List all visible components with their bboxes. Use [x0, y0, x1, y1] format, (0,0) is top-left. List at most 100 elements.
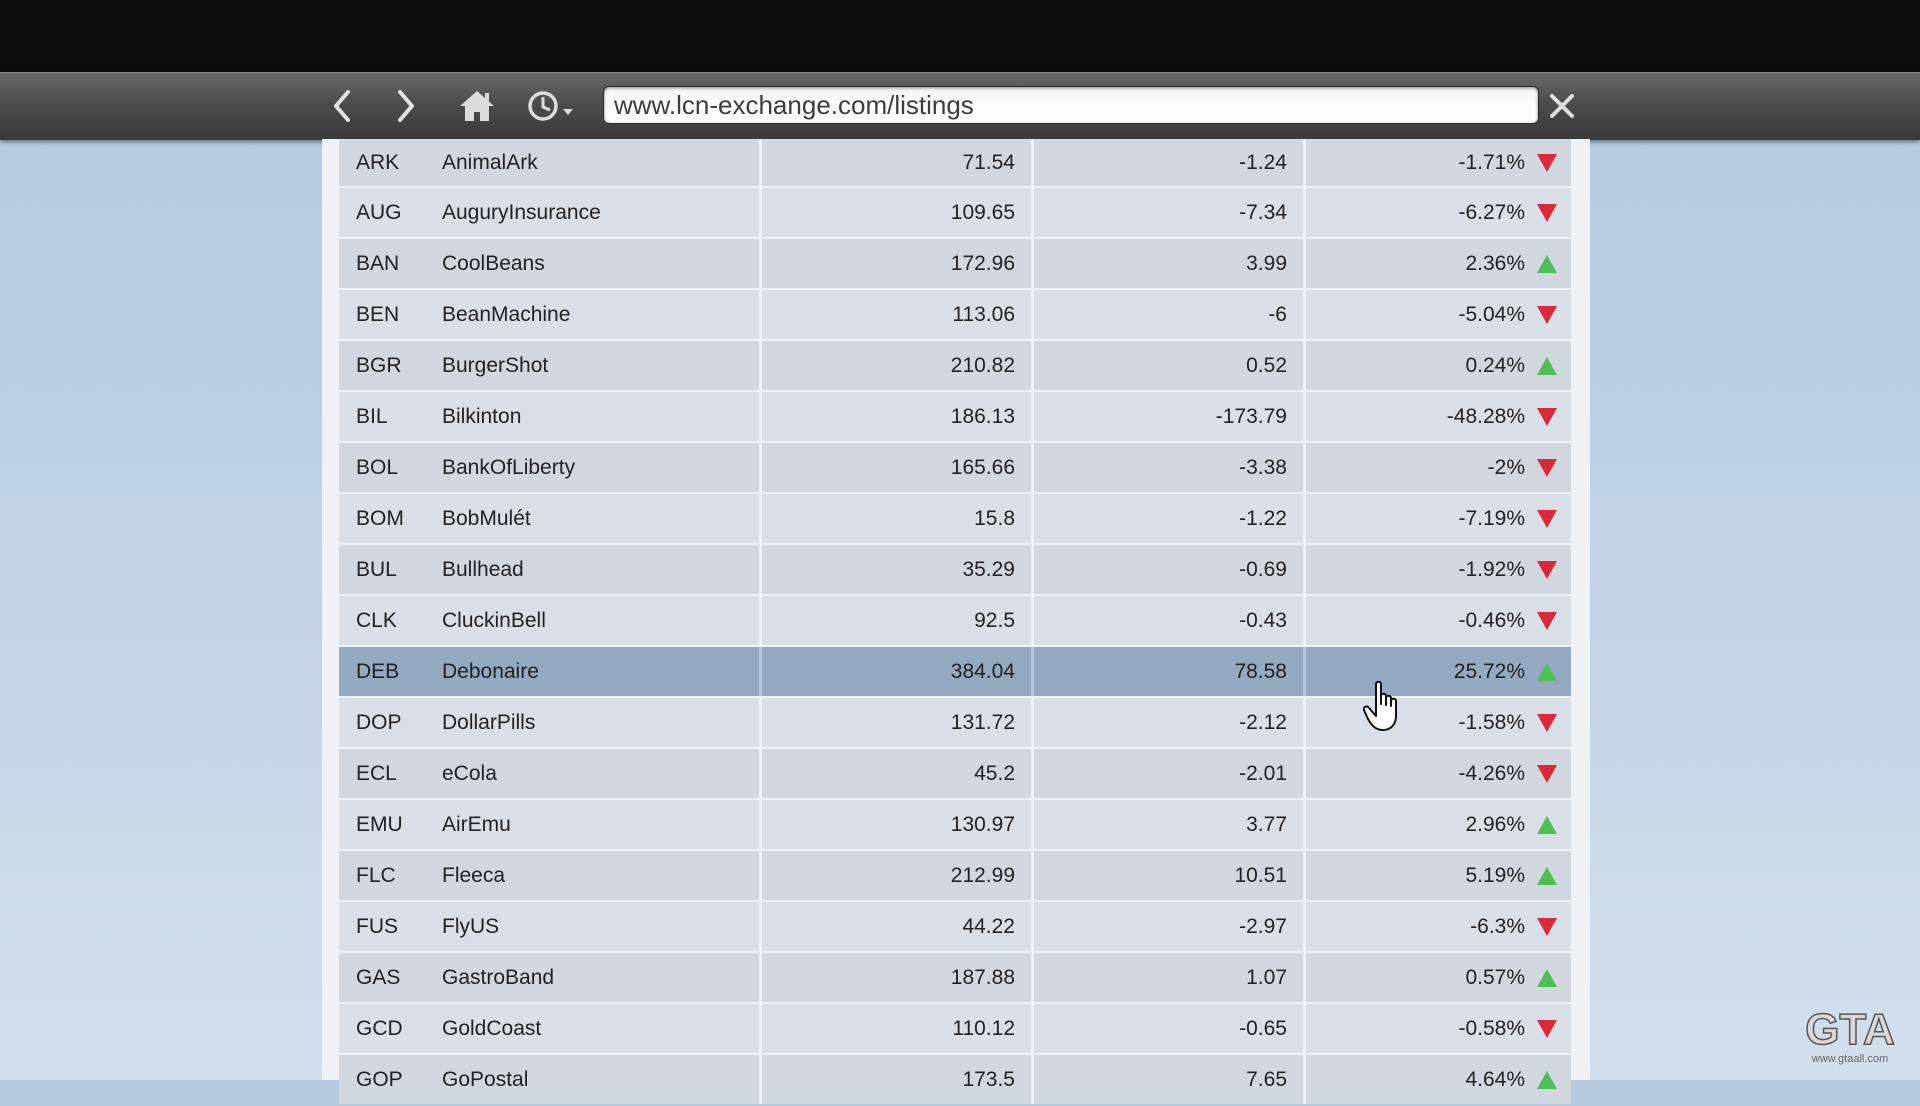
arrow-down-icon: [1537, 713, 1557, 732]
ticker-symbol: BEN: [356, 302, 400, 326]
ticker-symbol: FUS: [356, 914, 398, 938]
arrow-down-icon: [1537, 458, 1557, 477]
listing-row-flc[interactable]: FLC Fleeca 212.99 10.51 5.19%: [339, 851, 1571, 900]
listing-row-aug[interactable]: AUG AuguryInsurance 109.65 -7.34 -6.27%: [339, 188, 1571, 237]
ticker-symbol: FLC: [356, 863, 396, 887]
arrow-down-icon: [1537, 509, 1557, 528]
price-cell: 35.29: [759, 545, 1031, 594]
price-cell: 109.65: [759, 188, 1031, 237]
home-icon: [460, 91, 494, 121]
history-icon: [528, 91, 573, 121]
listing-row-bom[interactable]: BOM BobMulét 15.8 -1.22 -7.19%: [339, 494, 1571, 543]
price-cell: 172.96: [759, 239, 1031, 288]
change-cell: -0.65: [1031, 1004, 1303, 1053]
price-cell: 187.88: [759, 953, 1031, 1002]
company-cell: AUG AuguryInsurance: [339, 188, 759, 237]
percent-cell: -2%: [1303, 443, 1571, 492]
listing-row-fus[interactable]: FUS FlyUS 44.22 -2.97 -6.3%: [339, 902, 1571, 951]
listing-row-gcd[interactable]: GCD GoldCoast 110.12 -0.65 -0.58%: [339, 1004, 1571, 1053]
listings-table: ARK AnimalArk 71.54 -1.24 -1.71% AUG AuguryIns…: [339, 139, 1571, 1106]
percent-cell: -4.26%: [1303, 749, 1571, 798]
listing-row-ecl[interactable]: ECL eCola 45.2 -2.01 -4.26%: [339, 749, 1571, 798]
percent-value: 0.24%: [1465, 353, 1525, 377]
change-cell: -2.97: [1031, 902, 1303, 951]
company-name: Fleeca: [442, 863, 506, 887]
price-cell: 44.22: [759, 902, 1031, 951]
ticker-symbol: BAN: [356, 251, 400, 275]
change-cell: -2.01: [1031, 749, 1303, 798]
percent-cell: 25.72%: [1303, 647, 1571, 696]
svg-text:www.gtaall.com: www.gtaall.com: [1811, 1053, 1888, 1065]
forward-button[interactable]: [388, 88, 424, 124]
change-cell: 1.07: [1031, 953, 1303, 1002]
listing-row-ark[interactable]: ARK AnimalArk 71.54 -1.24 -1.71%: [339, 139, 1571, 186]
company-cell: GCD GoldCoast: [339, 1004, 759, 1053]
price-cell: 113.06: [759, 290, 1031, 339]
company-cell: EMU AirEmu: [339, 800, 759, 849]
percent-cell: 5.19%: [1303, 851, 1571, 900]
percent-value: -4.26%: [1458, 761, 1525, 785]
history-button[interactable]: [524, 88, 580, 124]
ticker-symbol: BOM: [356, 506, 404, 530]
company-name: AirEmu: [442, 812, 511, 836]
arrow-up-icon: [1537, 356, 1557, 375]
company-cell: BUL Bullhead: [339, 545, 759, 594]
ticker-symbol: CLK: [356, 608, 397, 632]
percent-cell: -7.19%: [1303, 494, 1571, 543]
change-cell: -6: [1031, 290, 1303, 339]
listing-row-bul[interactable]: BUL Bullhead 35.29 -0.69 -1.92%: [339, 545, 1571, 594]
percent-value: 2.36%: [1465, 251, 1525, 275]
percent-value: -1.58%: [1458, 710, 1525, 734]
company-name: Debonaire: [442, 659, 539, 683]
company-cell: GAS GastroBand: [339, 953, 759, 1002]
change-cell: 3.99: [1031, 239, 1303, 288]
company-cell: FLC Fleeca: [339, 851, 759, 900]
change-cell: -3.38: [1031, 443, 1303, 492]
arrow-down-icon: [1537, 764, 1557, 783]
close-icon: [1550, 94, 1574, 118]
price-cell: 210.82: [759, 341, 1031, 390]
address-bar[interactable]: www.lcn-exchange.com/listings: [604, 87, 1538, 123]
price-cell: 15.8: [759, 494, 1031, 543]
change-cell: -2.12: [1031, 698, 1303, 747]
url-text: www.lcn-exchange.com/listings: [614, 89, 974, 120]
percent-value: -0.46%: [1458, 608, 1525, 632]
ticker-symbol: DOP: [356, 710, 402, 734]
ticker-symbol: ECL: [356, 761, 397, 785]
percent-cell: -0.58%: [1303, 1004, 1571, 1053]
listing-row-emu[interactable]: EMU AirEmu 130.97 3.77 2.96%: [339, 800, 1571, 849]
company-cell: ECL eCola: [339, 749, 759, 798]
listing-row-bgr[interactable]: BGR BurgerShot 210.82 0.52 0.24%: [339, 341, 1571, 390]
percent-cell: -6.3%: [1303, 902, 1571, 951]
company-cell: BGR BurgerShot: [339, 341, 759, 390]
percent-cell: -0.46%: [1303, 596, 1571, 645]
arrow-up-icon: [1537, 662, 1557, 681]
price-cell: 212.99: [759, 851, 1031, 900]
ticker-symbol: GAS: [356, 965, 401, 989]
price-cell: 71.54: [759, 139, 1031, 186]
percent-cell: -1.71%: [1303, 139, 1571, 186]
percent-value: 25.72%: [1453, 659, 1525, 683]
change-cell: 3.77: [1031, 800, 1303, 849]
listing-row-bol[interactable]: BOL BankOfLiberty 165.66 -3.38 -2%: [339, 443, 1571, 492]
company-name: AuguryInsurance: [442, 200, 601, 224]
home-button[interactable]: [456, 88, 498, 124]
ticker-symbol: ARK: [356, 150, 400, 174]
ticker-symbol: BGR: [356, 353, 402, 377]
listing-row-gas[interactable]: GAS GastroBand 187.88 1.07 0.57%: [339, 953, 1571, 1002]
percent-cell: -1.58%: [1303, 698, 1571, 747]
change-cell: -7.34: [1031, 188, 1303, 237]
close-button[interactable]: [1544, 88, 1580, 124]
back-button[interactable]: [324, 88, 360, 124]
arrow-down-icon: [1537, 407, 1557, 426]
listing-row-ben[interactable]: BEN BeanMachine 113.06 -6 -5.04%: [339, 290, 1571, 339]
listing-row-clk[interactable]: CLK CluckinBell 92.5 -0.43 -0.46%: [339, 596, 1571, 645]
listing-row-ban[interactable]: BAN CoolBeans 172.96 3.99 2.36%: [339, 239, 1571, 288]
company-cell: DOP DollarPills: [339, 698, 759, 747]
percent-value: -1.92%: [1458, 557, 1525, 581]
percent-cell: -5.04%: [1303, 290, 1571, 339]
hand-cursor-icon: [1362, 680, 1397, 731]
percent-cell: 2.96%: [1303, 800, 1571, 849]
listing-row-bil[interactable]: BIL Bilkinton 186.13 -173.79 -48.28%: [339, 392, 1571, 441]
percent-cell: -6.27%: [1303, 188, 1571, 237]
